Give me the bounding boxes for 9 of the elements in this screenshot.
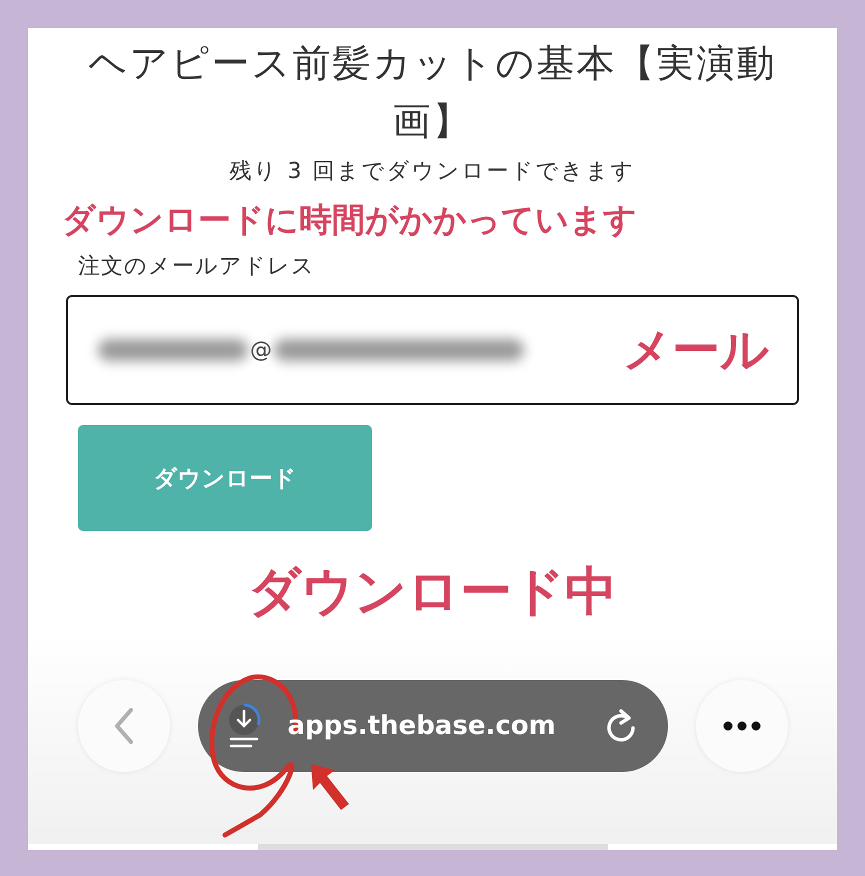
annotation-caption: メール <box>623 323 769 379</box>
product-title: ヘアピース前髪カットの基本【実演動画】 <box>88 40 778 145</box>
email-value: @ <box>250 338 272 362</box>
remaining-downloads-note: 残り 3 回までダウンロードできます <box>230 158 636 186</box>
email-label: 注文のメールアドレス <box>77 253 315 281</box>
annotation-caption: ダウンロード中 <box>248 563 617 623</box>
more-icon[interactable] <box>722 720 762 730</box>
email-field[interactable]: @ メール <box>66 295 799 405</box>
annotation-caption: ダウンロードに時間がかかっています <box>61 202 637 241</box>
